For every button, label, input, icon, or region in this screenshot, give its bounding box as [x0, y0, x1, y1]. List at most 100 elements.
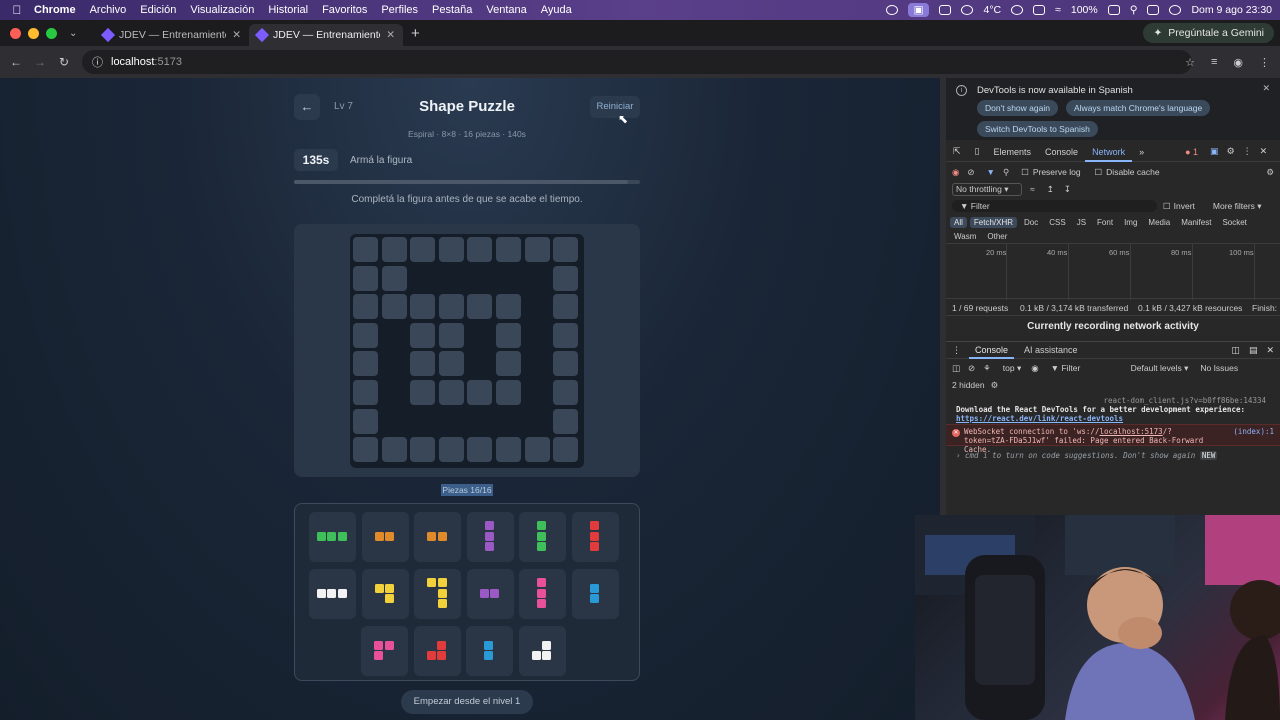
board-cell-filled[interactable] [553, 265, 579, 291]
type-filter-manifest[interactable]: Manifest [1177, 217, 1215, 228]
puzzle-piece[interactable] [413, 626, 461, 676]
board-cell-filled[interactable] [410, 437, 436, 463]
search-icon[interactable]: ⚲ [1003, 167, 1009, 178]
match-language-button[interactable]: Always match Chrome's language [1066, 100, 1211, 116]
more-filters-dropdown[interactable]: More filters ▾ [1213, 201, 1262, 212]
tab-jdev-1[interactable]: JDEV — Entrenamiento mental ✕ [95, 24, 249, 46]
board-cell-filled[interactable] [553, 408, 579, 434]
new-tab-plus-icon[interactable]: + [411, 25, 420, 42]
device-toggle-icon[interactable]: ▯ [968, 146, 987, 157]
puzzle-piece[interactable] [571, 512, 619, 562]
type-filter-img[interactable]: Img [1120, 217, 1141, 228]
switch-spanish-button[interactable]: Switch DevTools to Spanish [977, 121, 1098, 137]
board-cell-filled[interactable] [410, 294, 436, 320]
menubar-clock[interactable]: Dom 9 ago 23:30 [1191, 4, 1272, 16]
apple-icon[interactable]:  [0, 3, 34, 17]
reload-icon[interactable]: ↻ [52, 55, 76, 69]
preserve-log-checkbox[interactable]: ☐ [1021, 167, 1029, 178]
board-cell-filled[interactable] [553, 351, 579, 377]
site-info-icon[interactable]: ⓘ [92, 54, 103, 70]
network-conditions-icon[interactable]: ≈ [1030, 184, 1035, 194]
inspect-element-icon[interactable]: ⇱ [946, 146, 968, 157]
eye-icon[interactable]: ◉ [1031, 363, 1038, 374]
filter-funnel-icon[interactable]: ▼ [987, 167, 995, 177]
log-source[interactable]: react-dom_client.js?v=b0ff86be:14334 [956, 396, 1276, 405]
maximize-window-icon[interactable] [46, 27, 57, 39]
create-live-expression-icon[interactable]: ⚘ [983, 363, 991, 374]
board-cell-filled[interactable] [496, 294, 521, 320]
react-devtools-link[interactable]: https://react.dev/link/react-devtools [956, 414, 1123, 423]
board-cell-filled[interactable] [467, 380, 493, 405]
clear-icon[interactable]: ⊘ [967, 167, 974, 178]
puzzle-piece[interactable] [571, 569, 619, 619]
board-cell-filled[interactable] [353, 380, 378, 405]
sidebar-toggle-icon[interactable]: ◫ [952, 363, 960, 374]
ask-gemini-button[interactable]: ✦ Pregúntale a Gemini [1143, 23, 1274, 43]
type-filter-all[interactable]: All [950, 216, 967, 228]
status-icon[interactable] [885, 5, 898, 15]
settings-gear-icon[interactable]: ⚙ [1227, 146, 1235, 157]
puzzle-board[interactable] [350, 234, 584, 468]
board-cell-filled[interactable] [410, 237, 436, 262]
restart-button[interactable]: Reiniciar [590, 96, 640, 118]
screen-icon[interactable]: ▣ [907, 3, 930, 17]
wifi-icon[interactable]: ≈ [1055, 4, 1061, 16]
close-window-icon[interactable] [10, 27, 21, 39]
dont-show-again-button[interactable]: Don't show again [977, 100, 1058, 116]
menu-favoritos[interactable]: Favoritos [322, 4, 367, 16]
menu-ventana[interactable]: Ventana [486, 4, 526, 16]
close-tab-icon[interactable]: ✕ [232, 29, 241, 41]
more-tabs-icon[interactable]: » [1132, 147, 1151, 157]
invert-checkbox[interactable]: ☐ [1163, 201, 1171, 212]
board-cell-filled[interactable] [410, 322, 436, 348]
menu-pestana[interactable]: Pestaña [432, 4, 472, 16]
tab-elements[interactable]: Elements [987, 147, 1039, 157]
tab-jdev-2-active[interactable]: JDEV — Entrenamiento mental ✕ [249, 24, 403, 46]
url-omnibox[interactable]: ⓘ localhost:5173 [82, 50, 1192, 74]
error-source-link[interactable]: (index):1 [1233, 427, 1274, 436]
network-settings-icon[interactable]: ⚙ [1266, 167, 1274, 178]
context-select[interactable]: top ▾ [1003, 363, 1021, 374]
import-har-icon[interactable]: ↥ [1047, 184, 1054, 195]
bluetooth-icon[interactable] [1033, 5, 1046, 15]
board-cell-filled[interactable] [353, 437, 378, 463]
tab-console[interactable]: Console [1038, 147, 1085, 157]
type-filter-media[interactable]: Media [1144, 217, 1174, 228]
board-cell-filled[interactable] [381, 265, 407, 291]
board-cell-filled[interactable] [438, 380, 464, 405]
board-cell-filled[interactable] [553, 380, 579, 405]
board-cell-filled[interactable] [381, 294, 407, 320]
puzzle-piece[interactable] [519, 569, 566, 619]
log-levels-dropdown[interactable]: Default levels ▾ [1131, 363, 1189, 374]
close-devtools-icon[interactable]: ✕ [1260, 146, 1268, 157]
board-cell-filled[interactable] [438, 294, 464, 320]
board-cell-filled[interactable] [353, 294, 378, 320]
board-cell-filled[interactable] [353, 322, 378, 348]
type-filter-doc[interactable]: Doc [1020, 217, 1042, 228]
menu-app-name[interactable]: Chrome [34, 4, 76, 16]
console-settings-icon[interactable]: ⚙ [991, 380, 999, 391]
board-cell-filled[interactable] [410, 380, 436, 405]
error-url-link[interactable]: localhost:5173 [1099, 427, 1162, 436]
puzzle-piece[interactable] [518, 626, 566, 676]
board-cell-filled[interactable] [496, 322, 521, 348]
board-cell-filled[interactable] [438, 322, 464, 348]
board-cell-filled[interactable] [553, 294, 579, 320]
chrome-menu-icon[interactable]: ⋮ [1259, 56, 1270, 69]
battery-percent[interactable]: 100% [1071, 4, 1098, 16]
type-filter-fetchxhr[interactable]: Fetch/XHR [969, 216, 1018, 228]
puzzle-piece[interactable] [309, 512, 356, 562]
board-cell-filled[interactable] [438, 351, 464, 377]
board-cell-filled[interactable] [467, 294, 493, 320]
back-arrow-icon[interactable]: ← [4, 55, 28, 69]
export-har-icon[interactable]: ↧ [1064, 184, 1071, 195]
type-filter-socket[interactable]: Socket [1218, 217, 1250, 228]
puzzle-piece[interactable] [361, 569, 409, 619]
siri-icon[interactable] [1169, 5, 1182, 15]
console-prompt[interactable]: › cmd i to turn on code suggestions. Don… [956, 451, 1276, 460]
weather-temp[interactable]: 4°C [983, 4, 1001, 16]
board-cell-filled[interactable] [381, 237, 407, 262]
board-cell-filled[interactable] [467, 437, 493, 463]
error-count-badge[interactable]: ● 1 [1185, 147, 1198, 157]
board-cell-filled[interactable] [353, 408, 378, 434]
